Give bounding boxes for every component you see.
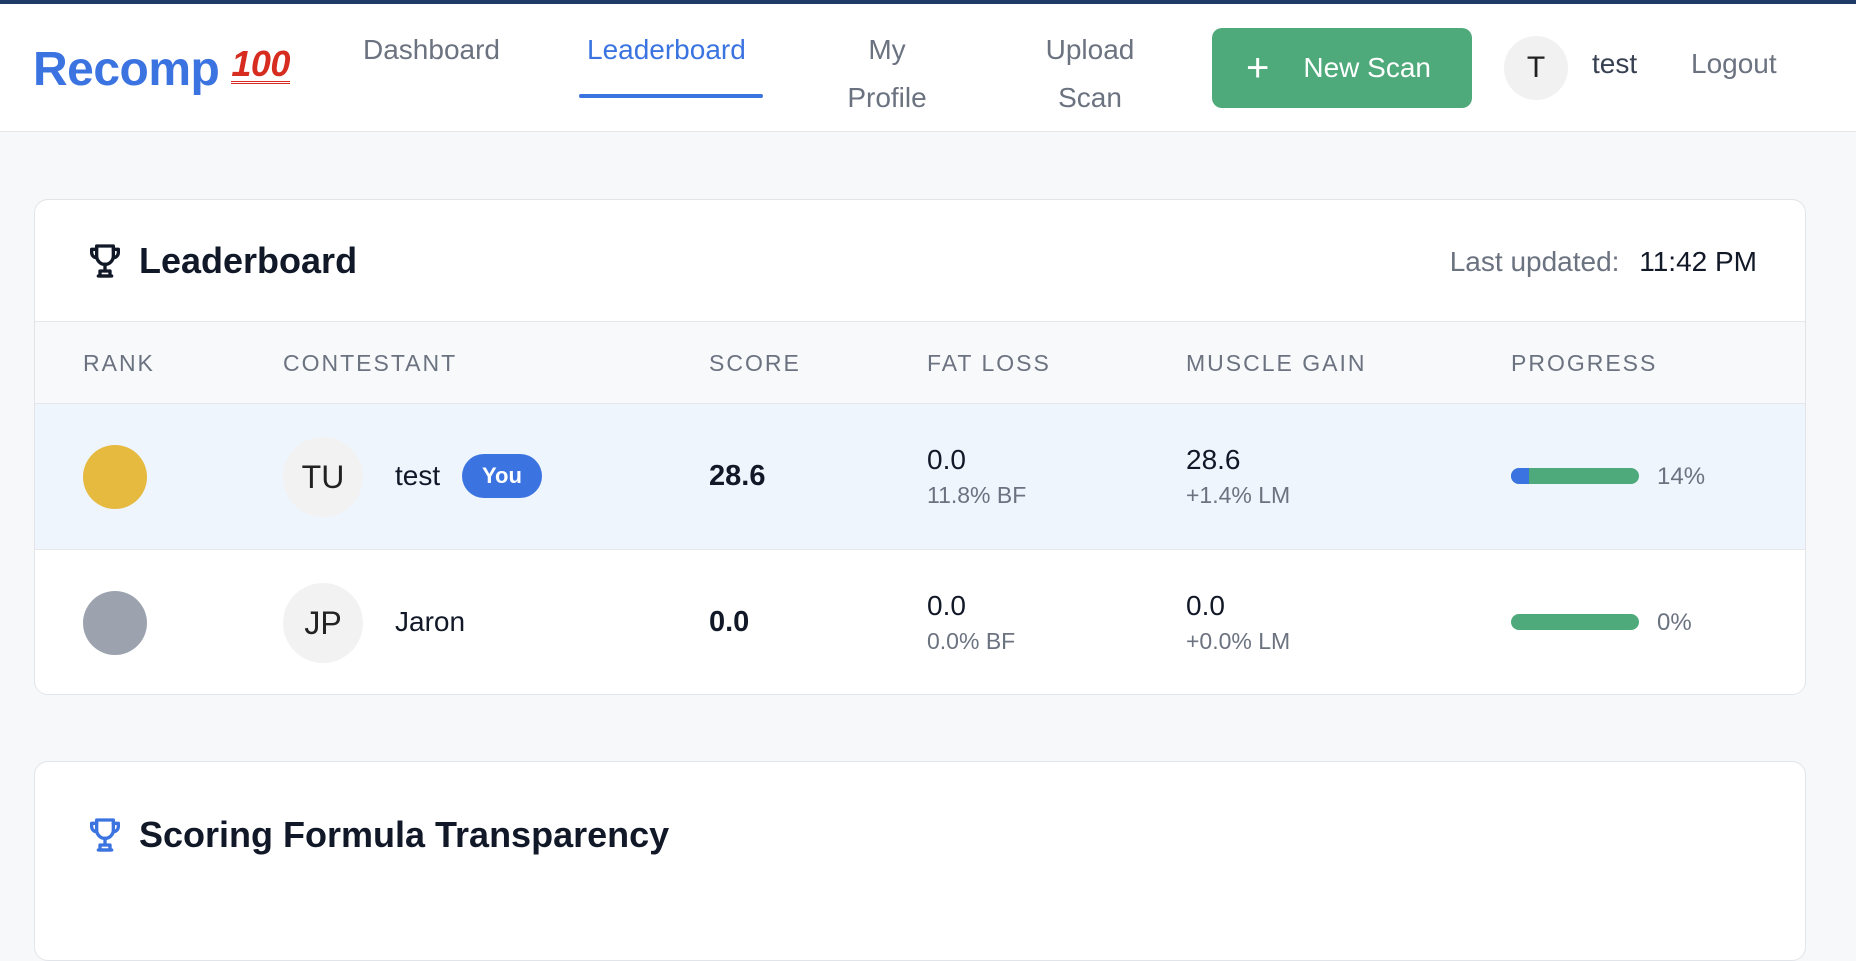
body-fat-percent: 11.8% BF [927,482,1027,508]
table-header: RANK CONTESTANT SCORE FAT LOSS MUSCLE GA… [35,321,1805,404]
brand-name: Recomp [33,43,220,96]
last-updated: Last updated: 11:42 PM [1450,246,1757,278]
brand-logo[interactable]: Recomp 100 [33,42,290,97]
contestant-name: test [395,460,441,491]
logout-link[interactable]: Logout [1691,48,1777,80]
silver-medal-icon [83,591,147,655]
muscle-gain-value: 0.0 [1186,590,1225,621]
you-badge: You [462,454,542,498]
progress-percent: 14% [1657,463,1706,490]
lean-mass-percent: +0.0% LM [1186,628,1291,654]
muscle-gain-value: 28.6 [1186,444,1241,475]
hundred-points-icon: 100 [231,43,290,84]
scoring-formula-title: Scoring Formula Transparency [139,814,670,855]
avatar: JP [283,583,363,663]
navbar: Recomp 100 Dashboard Leaderboard My Prof… [0,4,1856,132]
body-fat-percent: 0.0% BF [927,628,1016,654]
column-header-progress: PROGRESS [1511,350,1658,376]
column-header-rank: RANK [83,350,155,376]
column-header-fat-loss: FAT LOSS [927,350,1051,376]
last-updated-label: Last updated: [1449,246,1620,277]
last-updated-time: 11:42 PM [1639,246,1757,277]
avatar: TU [283,437,363,517]
plus-icon: + [1246,46,1270,90]
fat-loss-value: 0.0 [927,590,966,621]
leaderboard-heading: Leaderboard [85,240,357,282]
trophy-icon [90,244,121,278]
new-scan-label: New Scan [1303,52,1431,83]
scoring-formula-heading: Scoring Formula Transparency [85,814,669,856]
nav-link-leaderboard[interactable]: Leaderboard [587,26,746,74]
leaderboard-card: Leaderboard Last updated: 11:42 PM RANK … [34,199,1806,695]
score-value: 28.6 [709,460,766,492]
new-scan-button[interactable]: + New Scan [1212,28,1472,108]
leaderboard-title: Leaderboard [139,240,358,281]
gold-medal-icon [83,445,147,509]
progress-bar [1511,468,1639,484]
nav-link-upload-scan[interactable]: Upload Scan [1035,26,1145,122]
table-row[interactable]: TU test You 28.6 0.0 11.8% BF 28.6 +1.4%… [35,404,1805,550]
score-value: 0.0 [709,606,750,638]
trophy-icon [90,818,121,852]
progress-bar [1511,614,1639,630]
nav-link-dashboard[interactable]: Dashboard [363,26,500,74]
column-header-muscle-gain: MUSCLE GAIN [1186,350,1367,376]
table-row[interactable]: JP Jaron 0.0 0.0 0.0% BF 0.0 +0.0% LM 0% [35,550,1805,694]
column-header-contestant: CONTESTANT [283,350,458,376]
contestant-name: Jaron [395,606,466,637]
column-header-score: SCORE [709,350,801,376]
progress-percent: 0% [1657,609,1692,636]
lean-mass-percent: +1.4% LM [1186,482,1291,508]
user-avatar[interactable]: T [1504,36,1568,100]
username: test [1592,48,1638,79]
nav-link-my-profile[interactable]: My Profile [827,26,947,122]
active-tab-indicator [579,94,763,98]
fat-loss-value: 0.0 [927,444,966,475]
progress-bar-fill [1511,468,1529,484]
scoring-formula-card: Scoring Formula Transparency [34,761,1806,961]
